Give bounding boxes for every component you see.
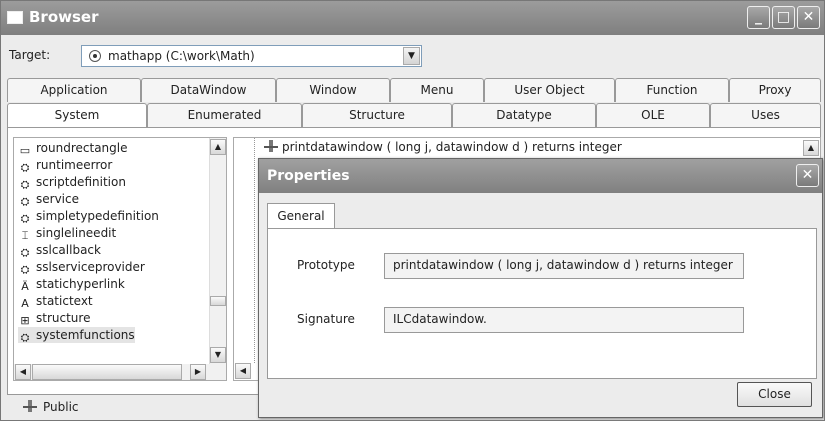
target-radio-icon bbox=[89, 50, 101, 62]
scroll-thumb[interactable] bbox=[210, 296, 226, 306]
properties-dialog: Properties ✕ General Prototype printdata… bbox=[258, 158, 823, 418]
tab-window[interactable]: Window bbox=[276, 78, 390, 102]
function-icon bbox=[264, 140, 278, 152]
list-vertical-scrollbar[interactable]: ▲ ▼ bbox=[209, 138, 226, 364]
list-item[interactable]: ⛭ simpletypedefinition bbox=[18, 208, 159, 225]
scroll-down-icon[interactable]: ▼ bbox=[210, 347, 226, 363]
tab-system[interactable]: System bbox=[7, 103, 147, 127]
tab-proxy[interactable]: Proxy bbox=[729, 78, 821, 102]
class-icon: ⛭ bbox=[20, 246, 30, 259]
tab-uses[interactable]: Uses bbox=[710, 103, 821, 127]
tab-datatype[interactable]: Datatype bbox=[452, 103, 596, 127]
tab-ole[interactable]: OLE bbox=[596, 103, 710, 127]
tab-application[interactable]: Application bbox=[7, 78, 141, 102]
chevron-down-icon[interactable]: ▼ bbox=[403, 47, 420, 65]
close-button[interactable]: ✕ bbox=[797, 6, 820, 29]
list-item-selected[interactable]: ⛭ systemfunctions bbox=[18, 327, 135, 344]
tree-item[interactable]: printdatawindow ( long j, datawindow d )… bbox=[264, 140, 622, 154]
close-button[interactable]: Close bbox=[737, 382, 812, 407]
class-icon: ⛭ bbox=[20, 263, 30, 276]
scroll-left-icon[interactable]: ◀ bbox=[15, 364, 31, 380]
signature-field[interactable]: ILCdatawindow. bbox=[384, 307, 744, 333]
singlelineedit-icon: ⌶ bbox=[21, 229, 29, 242]
signature-label: Signature bbox=[297, 312, 355, 326]
round-rectangle-icon: ▭ bbox=[19, 144, 31, 157]
class-icon: ⛭ bbox=[20, 161, 30, 174]
tree-scroll-up-icon[interactable]: ▲ bbox=[803, 140, 819, 156]
class-icon: ⛭ bbox=[20, 212, 30, 225]
dialog-title: Properties bbox=[267, 168, 350, 184]
title-bar: Browser _ □ ✕ bbox=[1, 1, 824, 35]
general-panel: Prototype printdatawindow ( long j, data… bbox=[267, 228, 817, 379]
object-list[interactable]: ▭ roundrectangle ⛭ runtimeerror ⛭ scriptdef… bbox=[13, 137, 227, 381]
class-icon: ⛭ bbox=[20, 331, 30, 344]
status-bar: Public bbox=[23, 400, 79, 414]
scroll-up-icon[interactable]: ▲ bbox=[210, 139, 226, 155]
tab-structure[interactable]: Structure bbox=[302, 103, 452, 127]
window-icon bbox=[7, 11, 23, 24]
tab-enumerated[interactable]: Enumerated bbox=[147, 103, 302, 127]
target-select[interactable]: mathapp (C:\work\Math) ▼ bbox=[81, 45, 422, 67]
list-item[interactable]: ⌶ singlelineedit bbox=[18, 225, 117, 242]
list-item[interactable]: ⛭ sslcallback bbox=[18, 242, 101, 259]
prototype-label: Prototype bbox=[297, 258, 355, 272]
list-item[interactable]: ▭ roundrectangle bbox=[18, 140, 128, 157]
statictext-icon: A bbox=[21, 297, 29, 310]
list-item[interactable]: ⊞ structure bbox=[18, 310, 90, 327]
list-item[interactable]: Astatictext bbox=[18, 293, 92, 310]
tab-general[interactable]: General bbox=[267, 203, 335, 229]
list-item[interactable]: ⛭ sslserviceprovider bbox=[18, 259, 145, 276]
target-value: mathapp (C:\work\Math) bbox=[108, 49, 255, 63]
structure-icon: ⊞ bbox=[20, 314, 30, 327]
minimize-button[interactable]: _ bbox=[747, 6, 770, 29]
list-item[interactable]: ⛭ service bbox=[18, 191, 79, 208]
class-icon: ⛭ bbox=[20, 195, 30, 208]
hscroll-thumb[interactable] bbox=[32, 364, 182, 380]
scroll-right-icon[interactable]: ▶ bbox=[190, 364, 206, 380]
maximize-button[interactable]: □ bbox=[772, 6, 795, 29]
tab-user-object[interactable]: User Object bbox=[484, 78, 615, 102]
list-horizontal-scrollbar[interactable]: ◀ ▶ bbox=[14, 364, 226, 380]
statichyperlink-icon: Ä bbox=[21, 280, 29, 293]
tab-menu[interactable]: Menu bbox=[390, 78, 484, 102]
tree-scroll-left-icon[interactable]: ◀ bbox=[235, 363, 251, 379]
window-title: Browser bbox=[29, 8, 99, 26]
class-icon: ⛭ bbox=[20, 178, 30, 191]
tab-datawindow[interactable]: DataWindow bbox=[141, 78, 276, 102]
prototype-field[interactable]: printdatawindow ( long j, datawindow d )… bbox=[384, 253, 744, 279]
tab-function[interactable]: Function bbox=[615, 78, 729, 102]
list-item[interactable]: ⛭ runtimeerror bbox=[18, 157, 113, 174]
public-icon bbox=[23, 400, 37, 412]
list-item[interactable]: Ästatichyperlink bbox=[18, 276, 125, 293]
target-label: Target: bbox=[9, 48, 51, 62]
dialog-close-icon[interactable]: ✕ bbox=[796, 164, 819, 187]
list-item[interactable]: ⛭ scriptdefinition bbox=[18, 174, 126, 191]
tree-line bbox=[254, 138, 256, 363]
dialog-title-bar: Properties ✕ bbox=[259, 159, 822, 193]
